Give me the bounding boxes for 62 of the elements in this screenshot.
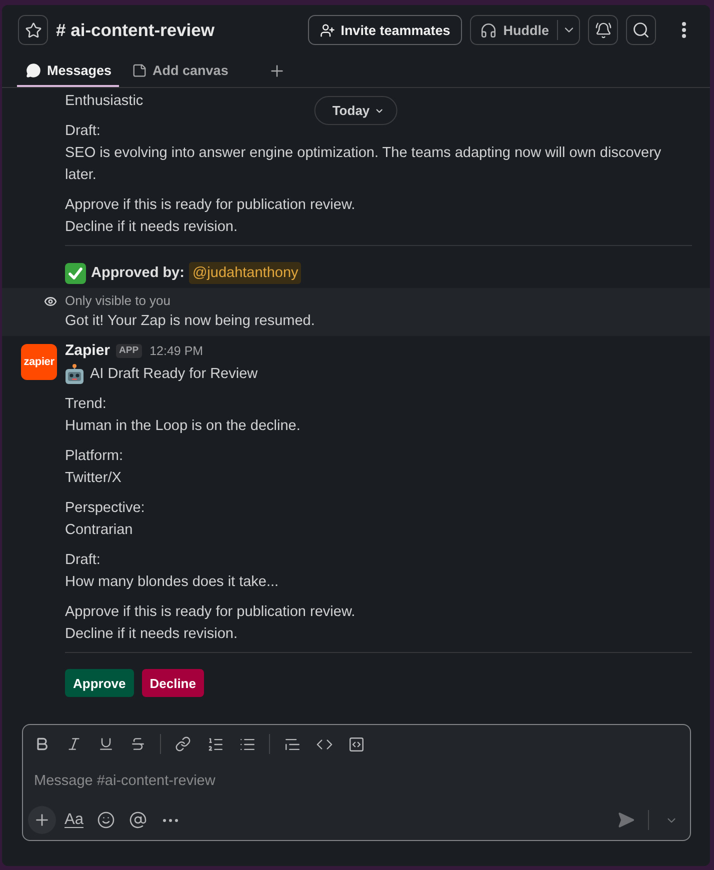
app-logo: zapier: [21, 344, 57, 380]
robot-icon: [65, 364, 84, 384]
field-value: Enthusiastic: [65, 92, 144, 111]
format-toggle-button[interactable]: Aa: [60, 806, 88, 834]
star-button[interactable]: [18, 15, 48, 45]
field-label: Platform:: [65, 447, 124, 466]
instruction-text: Approve if this is ready for publication review.: [65, 603, 356, 622]
smile-icon: [97, 811, 115, 829]
star-icon: [24, 22, 42, 38]
message-time[interactable]: 12:49 PM: [150, 340, 204, 362]
field-label: Perspective:: [65, 499, 145, 518]
headphones-icon: [480, 22, 498, 38]
field-label: Draft:: [65, 122, 100, 141]
search-icon: [632, 21, 650, 39]
attach-button[interactable]: [28, 806, 56, 834]
field-label: Trend:: [65, 395, 106, 414]
channel-title: # ai-content-review: [56, 20, 215, 40]
app-badge: APP: [116, 344, 142, 358]
eye-icon: [44, 295, 57, 308]
field-label: Draft:: [65, 551, 100, 570]
tab[interactable]: Add canvas: [122, 55, 236, 87]
send-icon: [617, 811, 635, 829]
notifications-button[interactable]: [588, 15, 618, 45]
ellipsis-icon: [162, 818, 178, 822]
underline-icon: [98, 736, 114, 752]
strikethrough-icon: [130, 736, 146, 752]
instruction-text: Decline if it needs revision.: [65, 625, 238, 644]
date-divider-button[interactable]: Today: [314, 96, 398, 125]
bell-icon: [594, 22, 612, 38]
sender-name[interactable]: Zapier: [65, 340, 110, 362]
italic-icon: [66, 736, 82, 752]
plus-icon: [33, 811, 51, 829]
instruction-text: Approve if this is ready for publication review.: [65, 196, 356, 215]
check-icon: [65, 262, 86, 284]
message-title: AI Draft Ready for Review: [90, 365, 258, 384]
approve-button[interactable]: Approve: [65, 669, 134, 697]
field-value: Contrarian: [65, 521, 133, 540]
at-sign-icon: [129, 811, 147, 829]
message-composer[interactable]: Message #ai-content-review Aa: [22, 724, 691, 841]
field-value: How many blondes does it take...: [65, 573, 279, 592]
code-block-icon: [348, 736, 364, 752]
notice-text: Got it! Your Zap is now being resumed.: [65, 312, 315, 331]
decline-button[interactable]: Decline: [142, 669, 204, 697]
invite-button[interactable]: Invite teammates: [308, 15, 462, 45]
field-value: Human in the Loop is on the decline.: [65, 417, 300, 436]
numbered-list-icon: [206, 736, 224, 752]
approval-label: Approved by:: [91, 264, 184, 283]
link-icon: [175, 736, 191, 752]
field-value: Twitter/X: [65, 469, 122, 488]
instruction-text: Decline if it needs revision.: [65, 218, 238, 237]
note-icon: [132, 62, 147, 78]
more-icon: [682, 22, 686, 38]
tab[interactable]: Messages: [17, 55, 119, 87]
search-button[interactable]: [626, 15, 656, 45]
message-input[interactable]: Message #ai-content-review: [34, 763, 685, 799]
user-plus-icon: [320, 22, 335, 38]
speech-bubble-icon: [26, 62, 41, 78]
user-mention[interactable]: @judahtanthony: [189, 262, 302, 284]
huddle-button[interactable]: Huddle: [471, 16, 557, 44]
bold-icon: [34, 736, 50, 752]
field-value: SEO is evolving into answer engine optimization. The teams adapting now will own discovery later.: [65, 144, 662, 185]
visibility-note: Only visible to you: [65, 292, 170, 310]
